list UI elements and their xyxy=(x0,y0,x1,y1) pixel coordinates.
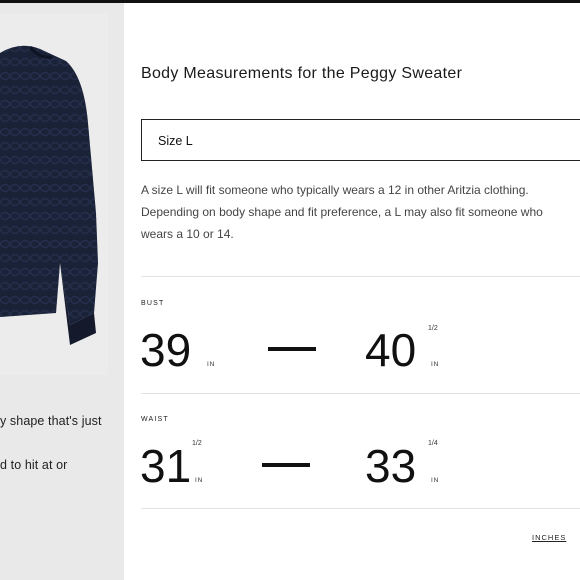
divider xyxy=(141,276,580,277)
size-guide-modal: Body Measurements for the Peggy Sweater … xyxy=(124,3,580,580)
product-image xyxy=(0,13,108,375)
waist-max-value: 33 xyxy=(365,440,417,492)
waist-max-fraction: 1/4 xyxy=(428,440,438,447)
product-description-line: d to hit at or xyxy=(0,458,68,472)
description-line: wears a 10 or 14. xyxy=(141,227,234,241)
range-dash xyxy=(262,463,310,467)
waist-label: WAIST xyxy=(141,416,169,423)
waist-min-fraction: 1/2 xyxy=(192,440,202,447)
size-select-value: Size L xyxy=(158,134,193,148)
bust-min-unit: IN xyxy=(207,361,216,368)
range-dash xyxy=(268,347,316,351)
units-toggle-link[interactable]: INCHES xyxy=(532,533,566,542)
waist-min-unit: IN xyxy=(195,477,204,484)
modal-title: Body Measurements for the Peggy Sweater xyxy=(141,65,463,82)
description-line: A size L will fit someone who typically … xyxy=(141,183,529,197)
divider xyxy=(141,393,580,394)
sweater-image xyxy=(0,45,98,345)
bust-max-fraction: 1/2 xyxy=(428,325,438,332)
waist-min-value: 31 xyxy=(140,440,192,492)
size-fit-description: A size L will fit someone who typically … xyxy=(141,179,580,245)
bust-min-value: 39 xyxy=(140,324,192,376)
size-select[interactable]: Size L xyxy=(141,119,580,161)
bust-max-value: 40 xyxy=(365,324,417,376)
divider xyxy=(141,508,580,509)
product-detail-panel: y shape that's just d to hit at or xyxy=(0,3,124,580)
waist-max-unit: IN xyxy=(431,477,440,484)
description-line: Depending on body shape and fit preferen… xyxy=(141,205,543,219)
product-description-line: y shape that's just xyxy=(0,414,102,428)
bust-label: BUST xyxy=(141,300,165,307)
bust-max-unit: IN xyxy=(431,361,440,368)
